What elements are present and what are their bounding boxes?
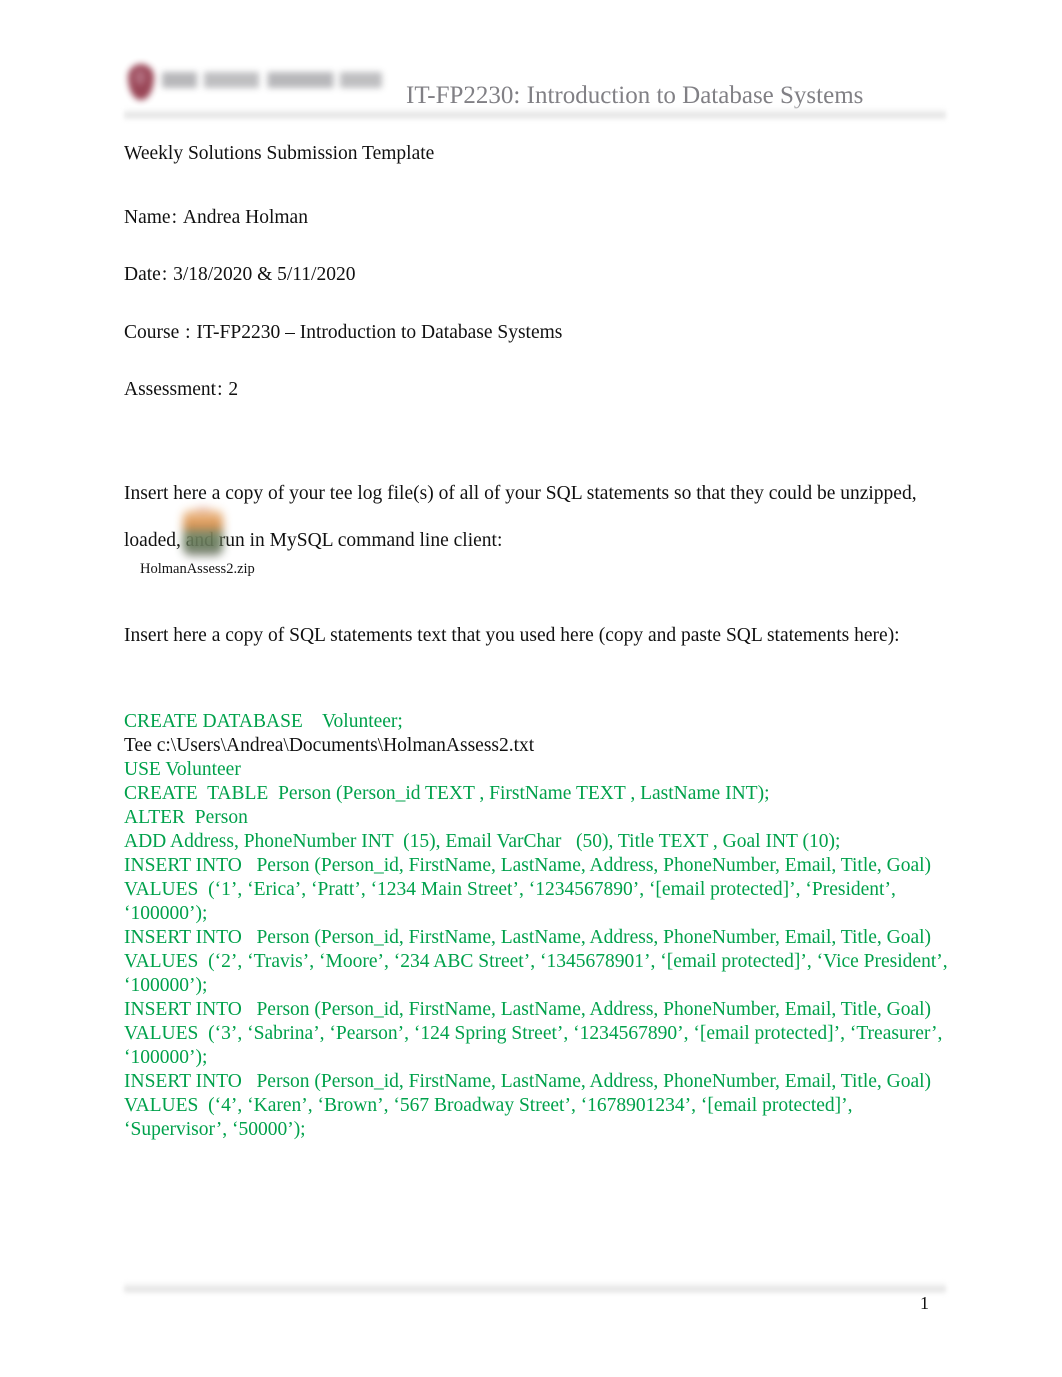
field-name: Name: Andrea Holman (124, 206, 954, 228)
field-name-separator: : (171, 206, 177, 228)
field-name-label: Name (124, 206, 171, 228)
field-date: Date: 3/18/2020 & 5/11/2020 (124, 265, 954, 285)
attachment-object[interactable]: HolmanAssess2.zip (140, 508, 320, 577)
sql-line: VALUES (‘4’, ‘Karen’, ‘Brown’, ‘567 Broa… (124, 1095, 858, 1140)
field-name-value: Andrea Holman (182, 206, 308, 228)
sql-line: VALUES (‘3’, ‘Sabrina’, ‘Pearson’, ‘124 … (124, 1023, 948, 1068)
sql-line: INSERT INTO Person (Person_id, FirstName… (124, 999, 932, 1020)
instruction-paragraph-2-wrap: Insert here a copy of SQL statements tex… (124, 612, 924, 659)
sql-line: Tee c:\Users\Andrea\Documents\HolmanAsse… (124, 735, 535, 756)
field-course-label: Course (124, 321, 180, 343)
sql-line: INSERT INTO Person (Person_id, FirstName… (124, 855, 932, 876)
field-course: Course : IT-FP2230 – Introduction to Dat… (124, 321, 954, 343)
field-date-label: Date (124, 264, 161, 285)
field-course-separator: : (185, 321, 191, 343)
zip-file-icon[interactable] (180, 508, 226, 558)
sql-line: ALTER Person (124, 807, 248, 828)
sql-code-block: CREATE DATABASE Volunteer; Tee c:\Users\A… (124, 710, 954, 1142)
sql-line: CREATE TABLE Person (Person_id TEXT , Fi… (124, 783, 770, 804)
document-page: IT-FP2230: Introduction to Database Syst… (0, 0, 1062, 1377)
instruction-paragraph-2: Insert here a copy of SQL statements tex… (124, 625, 900, 646)
sql-line: ADD Address, PhoneNumber INT (15), Email… (124, 831, 841, 852)
field-assessment: Assessment: 2 (124, 380, 954, 400)
footer-divider (124, 1282, 946, 1294)
sql-line: INSERT INTO Person (Person_id, FirstName… (124, 1071, 932, 1092)
sql-line: INSERT INTO Person (Person_id, FirstName… (124, 927, 932, 948)
sql-line: CREATE DATABASE Volunteer; (124, 711, 403, 732)
sql-line: VALUES (‘1’, ‘Erica’, ‘Pratt’, ‘1234 Mai… (124, 879, 901, 924)
shield-icon (128, 64, 154, 100)
sql-line: VALUES (‘2’, ‘Travis’, ‘Moore’, ‘234 ABC… (124, 951, 953, 996)
university-logo-icon (124, 56, 396, 114)
logo-wordmark (162, 72, 382, 92)
field-course-value: IT-FP2230 – Introduction to Database Sys… (196, 321, 563, 343)
field-date-separator: : (161, 264, 168, 285)
sql-line: USE Volunteer (124, 759, 241, 780)
field-assessment-label: Assessment (124, 379, 217, 400)
page-number: 1 (920, 1293, 929, 1313)
document-body: Weekly Solutions Submission Template Nam… (124, 144, 954, 564)
page-title: Weekly Solutions Submission Template (124, 143, 435, 164)
field-assessment-value: 2 (228, 379, 239, 400)
attachment-filename: HolmanAssess2.zip (140, 561, 255, 577)
field-date-value: 3/18/2020 & 5/11/2020 (173, 264, 356, 285)
field-assessment-separator: : (217, 379, 223, 400)
header-divider (124, 108, 946, 120)
